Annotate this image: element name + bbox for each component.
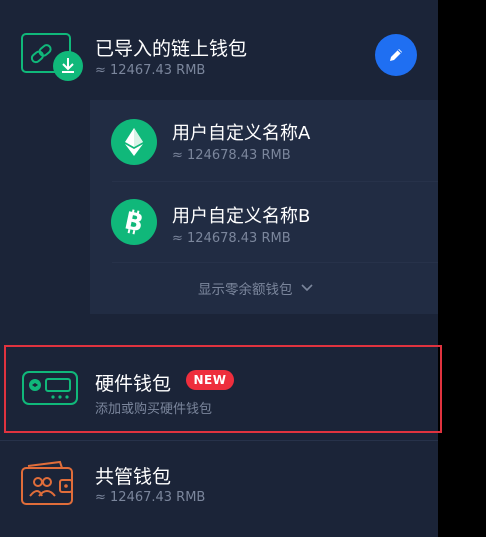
sub-wallet-name: 用户自定义名称B xyxy=(172,206,311,227)
shared-wallet-balance: ≈ 12467.43 RMB xyxy=(95,490,206,505)
pencil-icon xyxy=(387,46,405,64)
sub-wallet-item[interactable]: 用户自定义名称A ≈ 124678.43 RMB xyxy=(90,100,438,181)
imported-wallet-title: 已导入的链上钱包 xyxy=(95,38,248,60)
sub-wallet-item[interactable]: B 用户自定义名称B ≈ 124678.43 RMB xyxy=(90,182,438,262)
shared-wallet-title: 共管钱包 xyxy=(95,466,172,488)
hardware-wallet-highlight xyxy=(4,345,442,433)
sub-wallet-name: 用户自定义名称A xyxy=(172,123,311,144)
divider xyxy=(112,262,438,263)
shared-wallet-row[interactable]: 共管钱包 ≈ 12467.43 RMB xyxy=(0,440,438,537)
show-zero-balance-toggle[interactable]: 显示零余额钱包 xyxy=(198,278,313,298)
chevron-down-icon xyxy=(300,284,313,292)
imported-wallet-icon xyxy=(20,30,86,88)
imported-wallet-row[interactable]: 已导入的链上钱包 ≈ 12467.43 RMB xyxy=(0,0,438,100)
shared-wallet-icon xyxy=(20,460,76,510)
sub-wallet-list: 用户自定义名称A ≈ 124678.43 RMB B 用户自定义名称B ≈ 12… xyxy=(90,100,438,314)
bitcoin-icon: B xyxy=(111,199,157,245)
imported-wallet-balance: ≈ 12467.43 RMB xyxy=(95,63,206,78)
wallet-list-panel: 已导入的链上钱包 ≈ 12467.43 RMB 用户自定义名称A ≈ 12467 xyxy=(0,0,438,537)
ethereum-icon xyxy=(111,119,157,165)
sub-wallet-balance: ≈ 124678.43 RMB xyxy=(172,148,291,163)
sub-wallet-balance: ≈ 124678.43 RMB xyxy=(172,231,291,246)
edit-wallet-button[interactable] xyxy=(375,34,417,76)
show-zero-balance-label: 显示零余额钱包 xyxy=(198,282,293,298)
